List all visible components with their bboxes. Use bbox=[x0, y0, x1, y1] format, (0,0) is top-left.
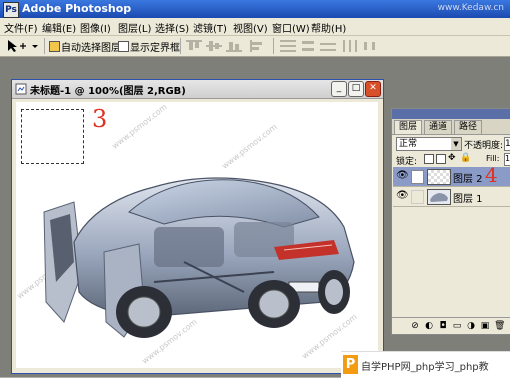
link-layers-icon[interactable]: ⊘ bbox=[410, 321, 420, 331]
opacity-input[interactable]: 100 bbox=[504, 137, 510, 151]
document-title: 未标题-1 @ 100%(图层 2,RGB) bbox=[30, 86, 186, 97]
auto-select-label: 自动选择图层 bbox=[61, 43, 121, 54]
align-vcenter-icon[interactable] bbox=[206, 40, 222, 52]
car-thumbnail-icon bbox=[430, 193, 448, 202]
document-window: 未标题-1 @ 100%(图层 2,RGB) _ □ ✕ www.psmov.c… bbox=[11, 79, 384, 374]
menu-layer[interactable]: 图层(L) bbox=[118, 20, 151, 35]
close-button[interactable]: ✕ bbox=[365, 81, 381, 97]
new-group-icon[interactable]: ▭ bbox=[452, 321, 462, 331]
car-cutaway-image bbox=[43, 177, 355, 338]
layer-name: 图层 2 bbox=[453, 174, 483, 185]
menu-select[interactable]: 选择(S) bbox=[155, 20, 189, 35]
site-watermark-text: 自学PHP网_php学习_php教 bbox=[361, 362, 489, 373]
site-watermark-bar: P 自学PHP网_php学习_php教 bbox=[341, 351, 510, 378]
opacity-label: 不透明度: bbox=[464, 141, 504, 151]
brush-icon bbox=[411, 170, 424, 184]
chevron-down-icon: ▼ bbox=[451, 138, 461, 150]
adjustment-layer-icon[interactable]: ◑ bbox=[466, 321, 476, 331]
show-bounds-checkbox[interactable] bbox=[118, 41, 129, 52]
layer-mask-icon[interactable]: ◘ bbox=[438, 321, 448, 331]
layer-name: 图层 1 bbox=[453, 194, 483, 205]
menu-image[interactable]: 图像(I) bbox=[80, 20, 111, 35]
distribute-right-icon[interactable] bbox=[362, 40, 378, 52]
photoshop-logo-icon: Ps bbox=[3, 2, 19, 18]
menu-filter[interactable]: 滤镜(T) bbox=[193, 20, 227, 35]
menu-edit[interactable]: 编辑(E) bbox=[42, 20, 76, 35]
menu-bar: 文件(F) 编辑(E) 图像(I) 图层(L) 选择(S) 滤镜(T) 视图(V… bbox=[0, 18, 510, 36]
distribute-left-icon[interactable] bbox=[342, 40, 358, 52]
lock-image-icon[interactable] bbox=[436, 154, 446, 164]
document-icon bbox=[15, 83, 27, 95]
eye-icon[interactable]: 👁 bbox=[396, 171, 409, 181]
auto-select-checkbox[interactable] bbox=[49, 41, 60, 52]
lock-all-icon[interactable]: 🔒 bbox=[460, 154, 471, 163]
layer-thumbnail bbox=[427, 189, 451, 205]
brush-placeholder bbox=[411, 190, 424, 204]
align-bottom-icon[interactable] bbox=[226, 40, 242, 52]
layers-panel: 图层 通道 路径 正常 ▼ 不透明度: 100 锁定: ✥ 🔒 Fill: 10… bbox=[391, 108, 510, 335]
panel-footer: ⊘ ◐ ◘ ▭ ◑ ▣ 🗑 bbox=[392, 317, 510, 334]
menu-help[interactable]: 帮助(H) bbox=[311, 20, 346, 35]
distribute-vcenter-icon[interactable] bbox=[300, 40, 316, 52]
tab-paths[interactable]: 路径 bbox=[454, 120, 483, 134]
document-titlebar[interactable]: 未标题-1 @ 100%(图层 2,RGB) _ □ ✕ bbox=[12, 80, 383, 99]
tab-channels[interactable]: 通道 bbox=[424, 120, 453, 134]
panel-header[interactable] bbox=[392, 109, 510, 119]
eye-icon[interactable]: 👁 bbox=[396, 191, 409, 201]
selection-marquee[interactable] bbox=[21, 109, 84, 164]
lock-position-icon[interactable]: ✥ bbox=[448, 154, 456, 163]
panel-tabs: 图层 通道 路径 bbox=[392, 119, 510, 135]
options-bar: 自动选择图层 显示定界框 bbox=[0, 36, 510, 57]
maximize-button[interactable]: □ bbox=[348, 81, 364, 97]
annotation-4: 4 bbox=[485, 163, 498, 187]
layer-thumbnail bbox=[427, 169, 451, 185]
distribute-top-icon[interactable] bbox=[280, 40, 296, 52]
lock-label: 锁定: bbox=[396, 157, 418, 167]
distribute-bottom-icon[interactable] bbox=[320, 40, 336, 52]
layer-row-2[interactable]: 👁 图层 2 4 bbox=[393, 163, 510, 187]
annotation-3: 3 bbox=[92, 105, 108, 133]
lock-transparency-icon[interactable] bbox=[424, 154, 434, 164]
app-title: Adobe Photoshop bbox=[22, 2, 132, 15]
trash-icon[interactable]: 🗑 bbox=[494, 321, 505, 331]
blend-mode-value: 正常 bbox=[399, 139, 418, 149]
align-top-icon[interactable] bbox=[186, 40, 202, 52]
layer-row-1[interactable]: 👁 图层 1 bbox=[393, 187, 510, 207]
site-watermark-top: www.Kedaw.cn bbox=[437, 3, 504, 13]
menu-view[interactable]: 视图(V) bbox=[233, 20, 268, 35]
app-titlebar: Ps Adobe Photoshop www.Kedaw.cn bbox=[0, 0, 510, 18]
move-tool-icon[interactable] bbox=[6, 39, 40, 53]
minimize-button[interactable]: _ bbox=[331, 81, 347, 97]
show-bounds-label: 显示定界框 bbox=[130, 43, 180, 54]
fill-label: Fill: bbox=[486, 154, 500, 163]
fill-input[interactable]: 100 bbox=[504, 153, 510, 166]
menu-window[interactable]: 窗口(W) bbox=[272, 20, 310, 35]
menu-file[interactable]: 文件(F) bbox=[4, 20, 38, 35]
align-left-icon[interactable] bbox=[250, 40, 266, 52]
layer-style-icon[interactable]: ◐ bbox=[424, 321, 434, 331]
new-layer-icon[interactable]: ▣ bbox=[480, 321, 490, 331]
blend-mode-select[interactable]: 正常 ▼ bbox=[396, 137, 462, 151]
document-canvas[interactable]: www.psmov.com www.psmov.com www.psmov.co… bbox=[16, 102, 378, 368]
tab-layers[interactable]: 图层 bbox=[394, 120, 423, 134]
site-logo: P bbox=[343, 355, 358, 374]
